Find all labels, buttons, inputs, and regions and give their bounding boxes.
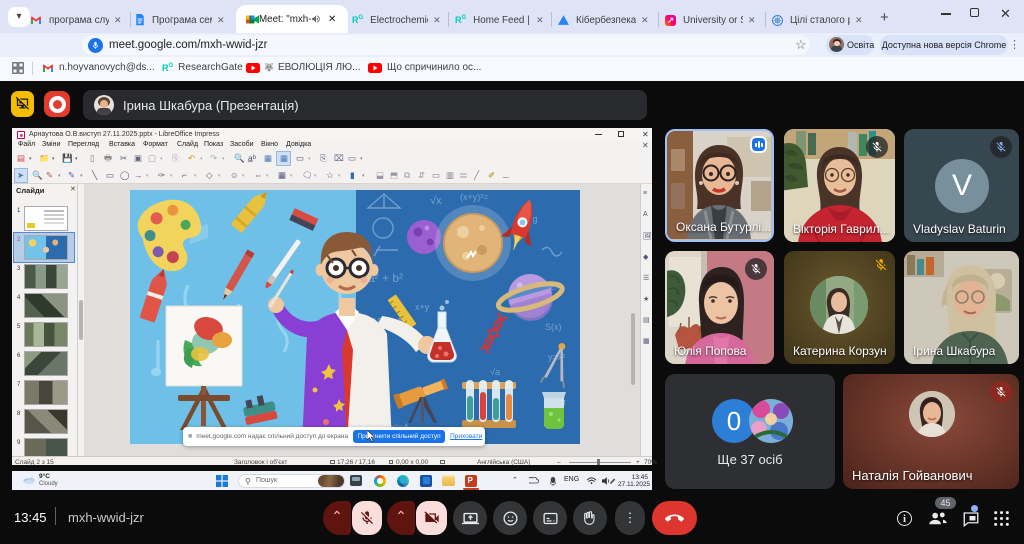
svg-text:S(x): S(x) <box>545 322 562 332</box>
svg-text:√x: √x <box>430 195 442 207</box>
svg-text:√a: √a <box>490 367 500 377</box>
svg-text:(x+y)²=: (x+y)²= <box>460 192 489 202</box>
svg-text:x+y: x+y <box>415 302 430 312</box>
